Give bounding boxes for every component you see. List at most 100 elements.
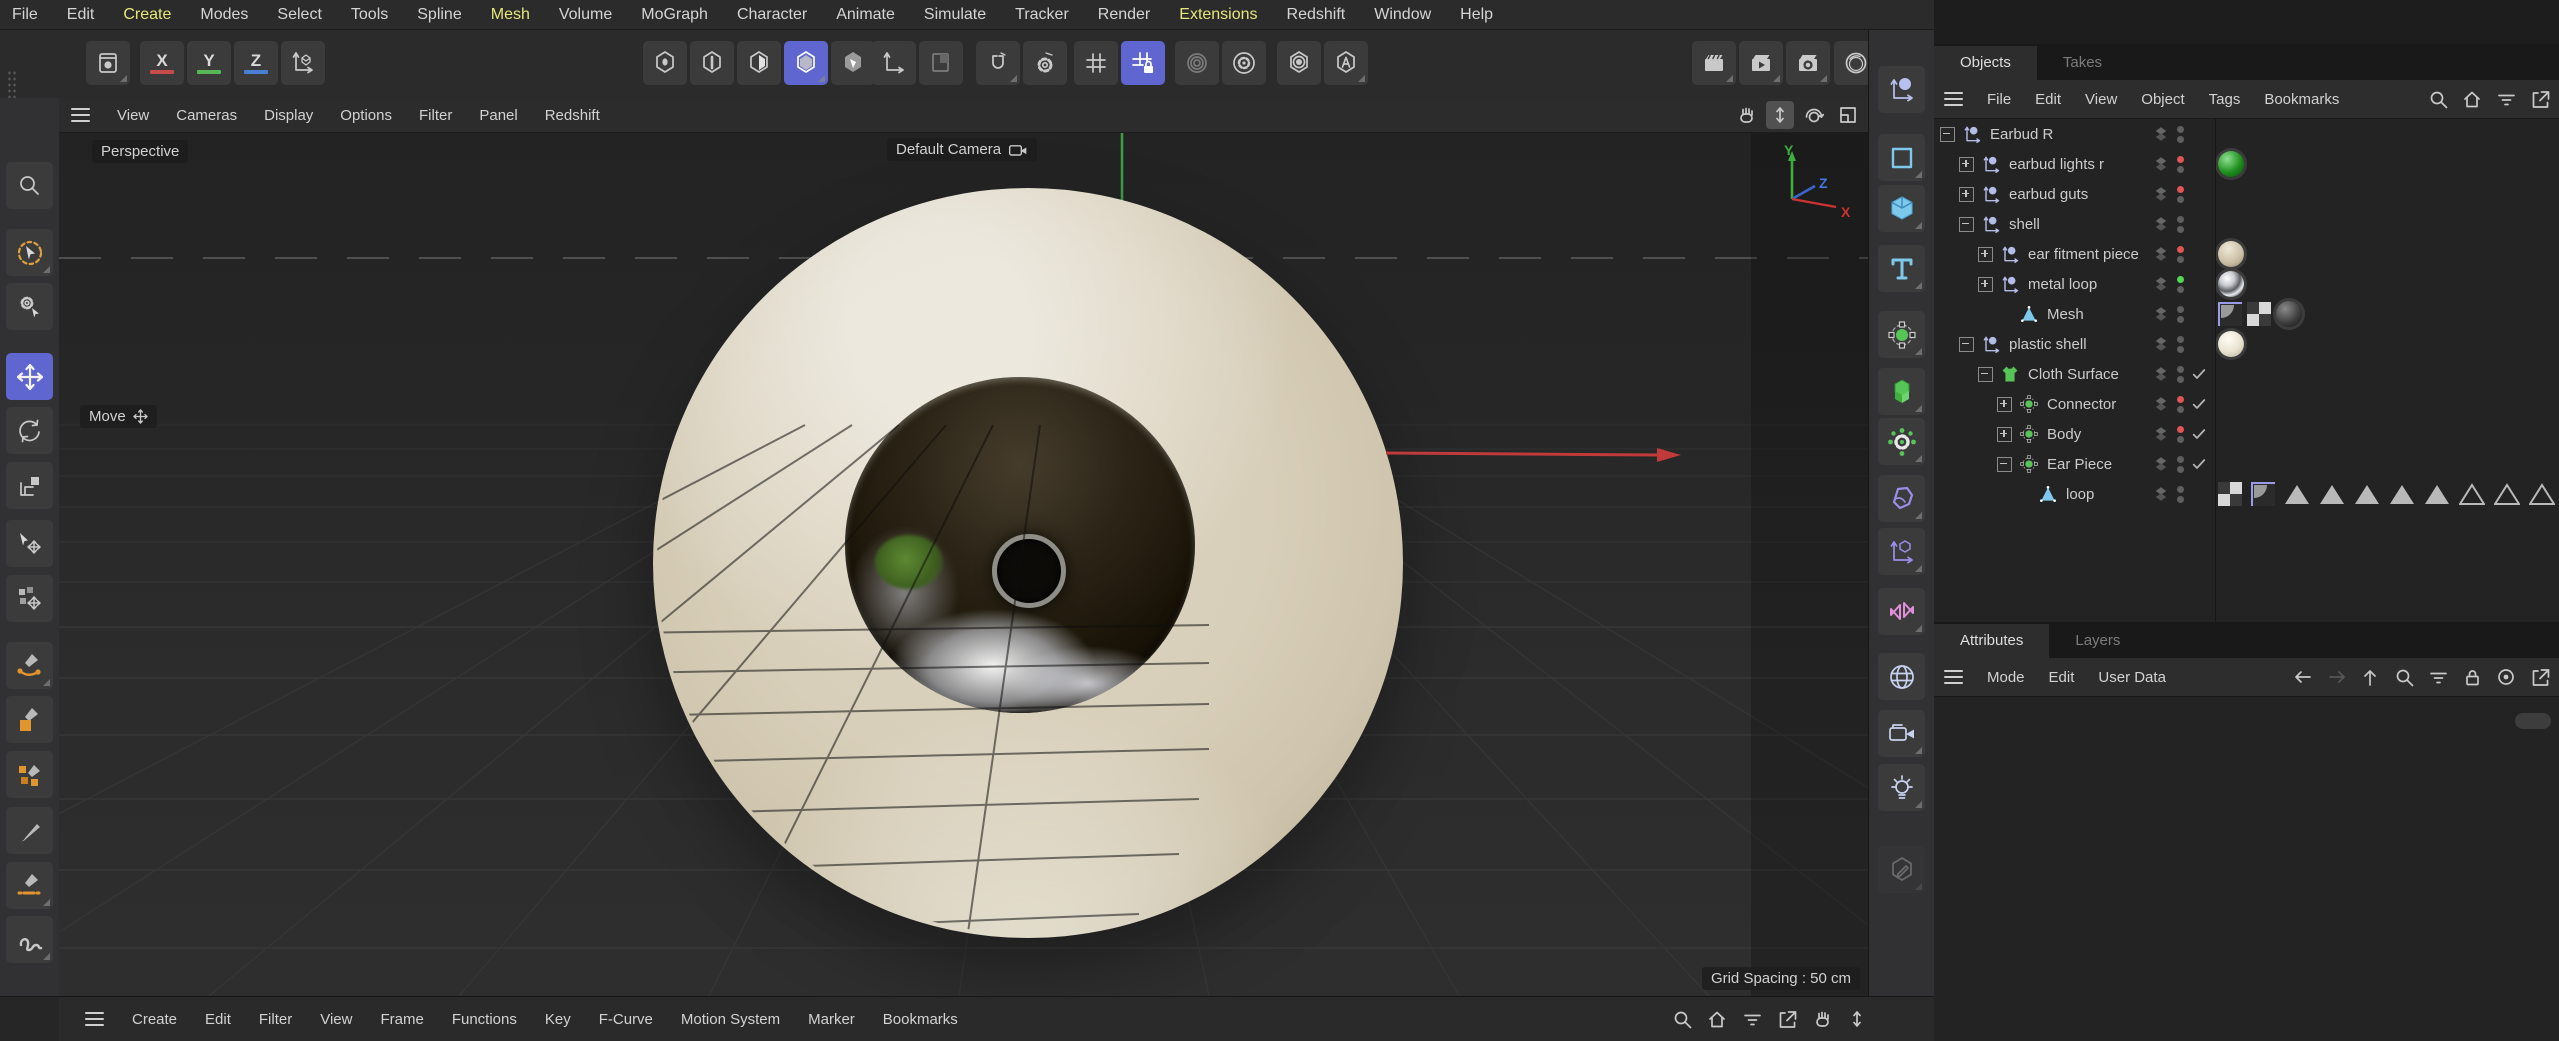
vp-menu-panel[interactable]: Panel	[479, 107, 517, 124]
material-thumb-beige[interactable]	[2218, 241, 2244, 267]
filter-icon[interactable]	[2427, 666, 2449, 688]
polygon-selection-tag-filled[interactable]	[2389, 483, 2415, 505]
menu-window[interactable]: Window	[1374, 6, 1431, 24]
deformer-button[interactable]	[1878, 475, 1925, 522]
live-selection-button[interactable]	[6, 229, 53, 276]
auto-axis-button[interactable]	[1324, 41, 1368, 85]
forward-arrow-icon[interactable]	[2325, 666, 2347, 688]
model-mode-button[interactable]	[784, 41, 828, 85]
tree-row-earbud-guts[interactable]: earbud guts	[1934, 179, 2559, 209]
expand-icon[interactable]	[1978, 247, 1993, 262]
axis-center-button[interactable]	[1277, 41, 1321, 85]
timeline-menu-create[interactable]: Create	[132, 1011, 177, 1028]
vp-menu-redshift[interactable]: Redshift	[545, 107, 600, 124]
earbud-torus-model[interactable]	[653, 188, 1403, 938]
home-icon[interactable]	[2461, 88, 2483, 110]
primitive-pen-button[interactable]	[6, 696, 53, 743]
layers-icon[interactable]	[2152, 335, 2170, 353]
tree-row-ear-fitment-piece[interactable]: ear fitment piece	[1934, 239, 2559, 269]
polygon-selection-tag-filled[interactable]	[2354, 483, 2380, 505]
layers-icon[interactable]	[2152, 455, 2170, 473]
external-window-icon[interactable]	[2529, 666, 2551, 688]
collapse-icon[interactable]	[1997, 457, 2012, 472]
timeline-hamburger-icon[interactable]	[85, 1012, 104, 1027]
layers-icon[interactable]	[2152, 125, 2170, 143]
workplane-toggle-button[interactable]	[919, 41, 963, 85]
scale-tool-button[interactable]	[6, 462, 53, 509]
environment-button[interactable]	[1878, 653, 1925, 700]
objects-hamburger-icon[interactable]	[1944, 92, 1963, 107]
objects-menu-object[interactable]: Object	[2141, 91, 2184, 108]
layers-icon[interactable]	[2152, 395, 2170, 413]
polygon-selection-tag-outline[interactable]	[2529, 483, 2555, 505]
camera-label[interactable]: Default Camera	[887, 138, 1037, 161]
menu-tracker[interactable]: Tracker	[1015, 6, 1069, 24]
expand-icon[interactable]	[1997, 427, 2012, 442]
modeling-settings-button[interactable]	[1222, 41, 1266, 85]
filter-icon[interactable]	[2495, 88, 2517, 110]
attributes-menu-userdata[interactable]: User Data	[2098, 669, 2166, 686]
undo-jar-button[interactable]	[86, 41, 130, 85]
lock-x-axis-button[interactable]: X	[140, 41, 184, 85]
attributes-menu-edit[interactable]: Edit	[2049, 669, 2075, 686]
rotate-tool-button[interactable]	[6, 407, 53, 454]
search-icon[interactable]	[2427, 88, 2449, 110]
visibility-dots[interactable]	[2177, 426, 2184, 443]
visibility-dots[interactable]	[2177, 306, 2184, 323]
visibility-dots[interactable]	[2177, 156, 2184, 173]
field-button[interactable]	[1878, 311, 1925, 358]
timeline-menu-motion-system[interactable]: Motion System	[681, 1011, 780, 1028]
tweak-mode-button[interactable]	[6, 283, 53, 330]
expand-icon[interactable]	[1997, 397, 2012, 412]
collapse-icon[interactable]	[1959, 337, 1974, 352]
viewport-hamburger-icon[interactable]	[71, 108, 90, 123]
edges-mode-button[interactable]	[690, 41, 734, 85]
phong-tag[interactable]	[2218, 302, 2242, 326]
tree-row-cloth-surface[interactable]: Cloth Surface	[1934, 359, 2559, 389]
polygon-selection-tag-filled[interactable]	[2319, 483, 2345, 505]
collapse-icon[interactable]	[1959, 217, 1974, 232]
enabled-check-icon[interactable]	[2191, 396, 2207, 412]
material-thumb-dark[interactable]	[2276, 301, 2302, 327]
menu-character[interactable]: Character	[737, 6, 807, 24]
tree-row-mesh[interactable]: Mesh	[1934, 299, 2559, 329]
visibility-dots[interactable]	[2177, 456, 2184, 473]
visibility-dots[interactable]	[2177, 246, 2184, 263]
timeline-menu-marker[interactable]: Marker	[808, 1011, 855, 1028]
vp-menu-filter[interactable]: Filter	[419, 107, 452, 124]
coordinate-system-button[interactable]	[281, 41, 325, 85]
tab-objects[interactable]: Objects	[1934, 46, 2037, 80]
maximize-view-button[interactable]	[1834, 101, 1862, 129]
menu-edit[interactable]: Edit	[67, 6, 95, 24]
symmetry-button[interactable]	[1878, 588, 1925, 635]
visibility-dots[interactable]	[2177, 396, 2184, 413]
objects-menu-edit[interactable]: Edit	[2035, 91, 2061, 108]
render-picture-viewer-button[interactable]	[1739, 41, 1783, 85]
grid-lock-button[interactable]	[1121, 41, 1165, 85]
timeline-menu-functions[interactable]: Functions	[452, 1011, 517, 1028]
phong-tag[interactable]	[2251, 482, 2275, 506]
tree-row-ear-piece[interactable]: Ear Piece	[1934, 449, 2559, 479]
expand-icon[interactable]	[1959, 187, 1974, 202]
primitive-cube-button[interactable]	[1878, 185, 1925, 232]
layers-icon[interactable]	[2152, 185, 2170, 203]
collapse-icon[interactable]	[1940, 127, 1955, 142]
null-object-button[interactable]	[1878, 66, 1925, 113]
attributes-menu-mode[interactable]: Mode	[1987, 669, 2025, 686]
enabled-check-icon[interactable]	[2191, 456, 2207, 472]
motext-button[interactable]	[1878, 245, 1925, 292]
timeline-menu-filter[interactable]: Filter	[259, 1011, 292, 1028]
menu-mograph[interactable]: MoGraph	[641, 6, 708, 24]
uv-tag[interactable]	[2218, 482, 2242, 506]
rotate-view-button[interactable]	[1800, 101, 1828, 129]
viewport-3d[interactable]: View Cameras Display Options Filter Pane…	[59, 98, 1868, 996]
polygon-selection-tag-filled[interactable]	[2284, 483, 2310, 505]
light-button[interactable]	[1878, 764, 1925, 811]
multi-object-move-button[interactable]	[6, 575, 53, 622]
layers-icon[interactable]	[2152, 215, 2170, 233]
menu-create[interactable]: Create	[123, 6, 171, 24]
search-icon[interactable]	[2393, 666, 2415, 688]
material-thumb-green[interactable]	[2218, 151, 2244, 177]
hand-icon[interactable]	[1811, 1008, 1833, 1030]
menu-modes[interactable]: Modes	[200, 6, 248, 24]
